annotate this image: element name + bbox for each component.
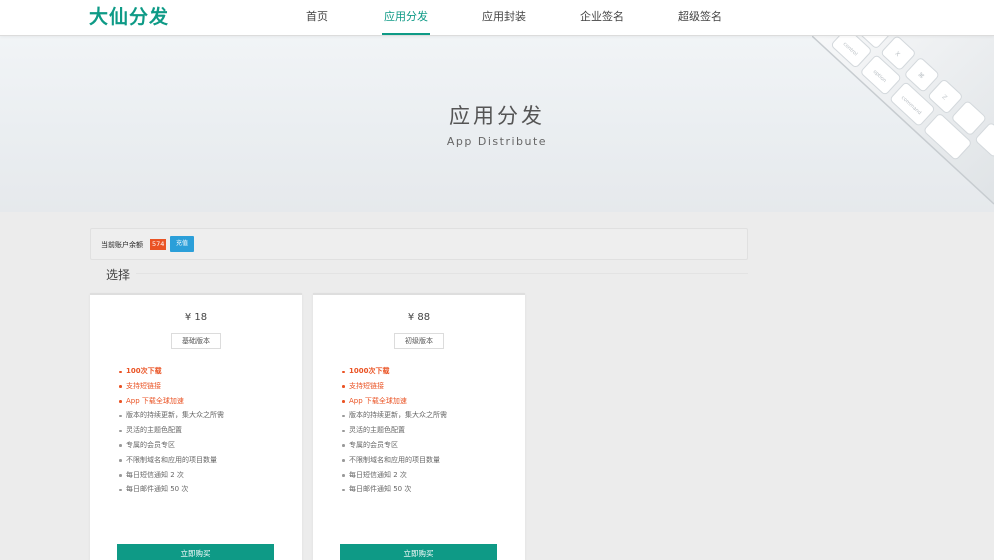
hero-banner: 应用分发 App Distribute control option comma… bbox=[0, 36, 994, 212]
nav-item-app-distribution[interactable]: 应用分发 bbox=[382, 8, 430, 35]
buy-now-button[interactable]: 立即购买 bbox=[340, 544, 497, 560]
feature-item: App 下载全球加速 bbox=[341, 394, 447, 409]
feature-item: 不限制域名和应用的项目数量 bbox=[118, 453, 224, 468]
feature-item: 支持短链接 bbox=[341, 379, 447, 394]
nav-item-label: 应用分发 bbox=[384, 10, 428, 23]
nav-item-super-signing[interactable]: 超级签名 bbox=[678, 8, 722, 24]
feature-item: 每日短信通知 2 次 bbox=[118, 468, 224, 483]
feature-item: 每日邮件通知 50 次 bbox=[118, 482, 224, 497]
nav-item-label: 首页 bbox=[306, 10, 328, 23]
top-navigation-bar: 大仙分发 首页 应用分发 应用封装 企业签名 超级签名 bbox=[0, 0, 994, 36]
feature-item: 支持短链接 bbox=[118, 379, 224, 394]
active-nav-indicator bbox=[382, 33, 430, 35]
feature-item: 版本的持续更新，集大众之所需 bbox=[341, 408, 447, 423]
site-logo[interactable]: 大仙分发 bbox=[89, 2, 169, 29]
feature-item: 专属的会员专区 bbox=[341, 438, 447, 453]
keyboard-illustration: control option command Z X ⌘ ℤ bbox=[812, 36, 994, 205]
plan-price: ¥ 88 bbox=[407, 312, 431, 323]
feature-item: 灵活的主题色配置 bbox=[341, 423, 447, 438]
feature-item: 灵活的主题色配置 bbox=[118, 423, 224, 438]
nav-item-home[interactable]: 首页 bbox=[306, 8, 328, 24]
nav-item-enterprise-signing[interactable]: 企业签名 bbox=[580, 8, 624, 24]
plan-card-junior: ¥ 88 初级版本 1000次下载 支持短链接 App 下载全球加速 版本的持续… bbox=[313, 293, 525, 560]
nav-item-app-packaging[interactable]: 应用封装 bbox=[482, 8, 526, 24]
nav-item-label: 超级签名 bbox=[678, 10, 722, 23]
feature-item: 每日短信通知 2 次 bbox=[341, 468, 447, 483]
feature-item: 版本的持续更新，集大众之所需 bbox=[118, 408, 224, 423]
plan-feature-list: 100次下载 支持短链接 App 下载全球加速 版本的持续更新，集大众之所需 灵… bbox=[118, 364, 224, 497]
recharge-button[interactable]: 充值 bbox=[170, 236, 194, 252]
buy-now-button[interactable]: 立即购买 bbox=[117, 544, 274, 560]
balance-value-badge: 574 bbox=[150, 239, 167, 250]
feature-item: 每日邮件通知 50 次 bbox=[341, 482, 447, 497]
feature-item: 不限制域名和应用的项目数量 bbox=[341, 453, 447, 468]
plan-price: ¥ 18 bbox=[184, 312, 208, 323]
feature-item: 1000次下载 bbox=[341, 364, 447, 379]
plan-version-tag: 初级版本 bbox=[394, 333, 444, 349]
account-balance-bar: 当前账户余额 574 充值 bbox=[90, 228, 748, 260]
nav-item-label: 企业签名 bbox=[580, 10, 624, 23]
feature-item: 专属的会员专区 bbox=[118, 438, 224, 453]
plan-card-basic: ¥ 18 基础版本 100次下载 支持短链接 App 下载全球加速 版本的持续更… bbox=[90, 293, 302, 560]
section-divider bbox=[136, 273, 748, 274]
plan-feature-list: 1000次下载 支持短链接 App 下载全球加速 版本的持续更新，集大众之所需 … bbox=[341, 364, 447, 497]
feature-item: App 下载全球加速 bbox=[118, 394, 224, 409]
balance-label: 当前账户余额 bbox=[101, 241, 143, 249]
plan-version-tag: 基础版本 bbox=[171, 333, 221, 349]
section-title: 选择 bbox=[106, 268, 131, 282]
feature-item: 100次下载 bbox=[118, 364, 224, 379]
nav-item-label: 应用封装 bbox=[482, 10, 526, 23]
